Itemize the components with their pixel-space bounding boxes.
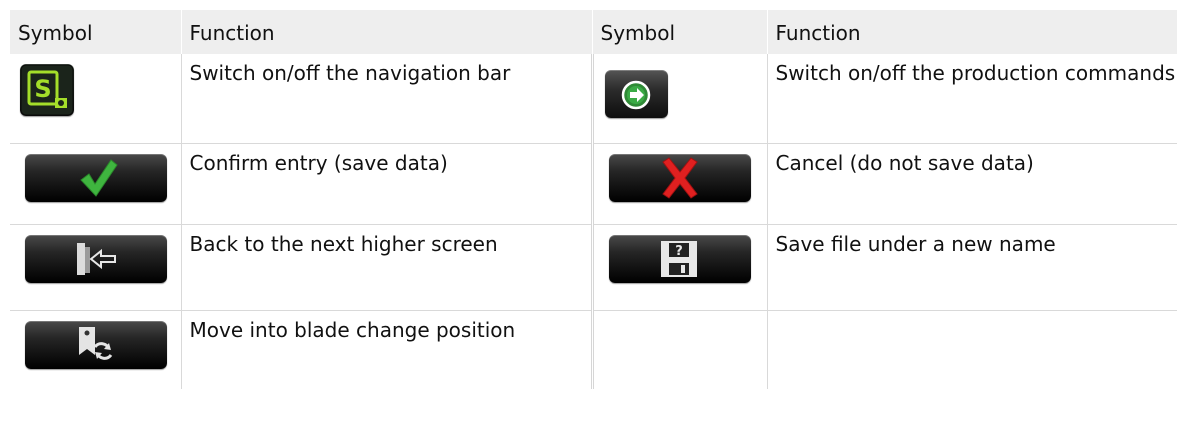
cancel-x-icon: [608, 153, 751, 202]
function-cell: Switch on/off the production commands: [767, 54, 1177, 144]
function-cell: Back to the next higher screen: [181, 224, 593, 311]
function-cell: Cancel (do not save data): [767, 143, 1177, 225]
function-cell: Confirm entry (save data): [181, 143, 593, 225]
function-cell: Move into blade change position: [181, 310, 593, 389]
symbol-cell: [590, 54, 768, 144]
svg-text:S: S: [34, 75, 51, 103]
empty-symbol-cell: [590, 310, 768, 389]
function-cell: Save file under a new name: [767, 224, 1177, 311]
table-row: Back to the next higher screen ? Save fi…: [10, 224, 1177, 311]
table-row: S Switch on/off the navigation bar Switc…: [10, 54, 1177, 144]
symbol-cell: [590, 143, 768, 225]
table-row: Move into blade change position: [10, 310, 1177, 389]
symbol-function-table: Symbol Function Symbol Function S Switch…: [10, 10, 1177, 389]
column-header-function-2: Function: [766, 10, 1177, 54]
empty-function-cell: [767, 310, 1177, 389]
blade-change-icon: [25, 320, 167, 369]
confirm-checkmark-icon: [25, 153, 167, 202]
back-exit-icon: [25, 234, 167, 283]
column-header-symbol: Symbol: [10, 10, 182, 54]
symbol-cell: [10, 143, 182, 225]
production-commands-toggle-icon: [604, 70, 668, 118]
column-header-symbol-2: Symbol: [591, 10, 768, 54]
navigation-bar-toggle-icon: S: [20, 64, 74, 116]
table-header-row: Symbol Function Symbol Function: [10, 10, 1177, 54]
symbol-cell: ?: [590, 224, 768, 311]
svg-text:?: ?: [675, 244, 683, 259]
function-cell: Switch on/off the navigation bar: [181, 54, 593, 144]
symbol-cell: [10, 310, 182, 389]
symbol-cell: [10, 224, 182, 311]
symbol-cell: S: [10, 54, 182, 144]
column-header-function: Function: [180, 10, 593, 54]
table-row: Confirm entry (save data) Cancel (do not…: [10, 143, 1177, 225]
save-as-disk-icon: ?: [608, 234, 751, 283]
